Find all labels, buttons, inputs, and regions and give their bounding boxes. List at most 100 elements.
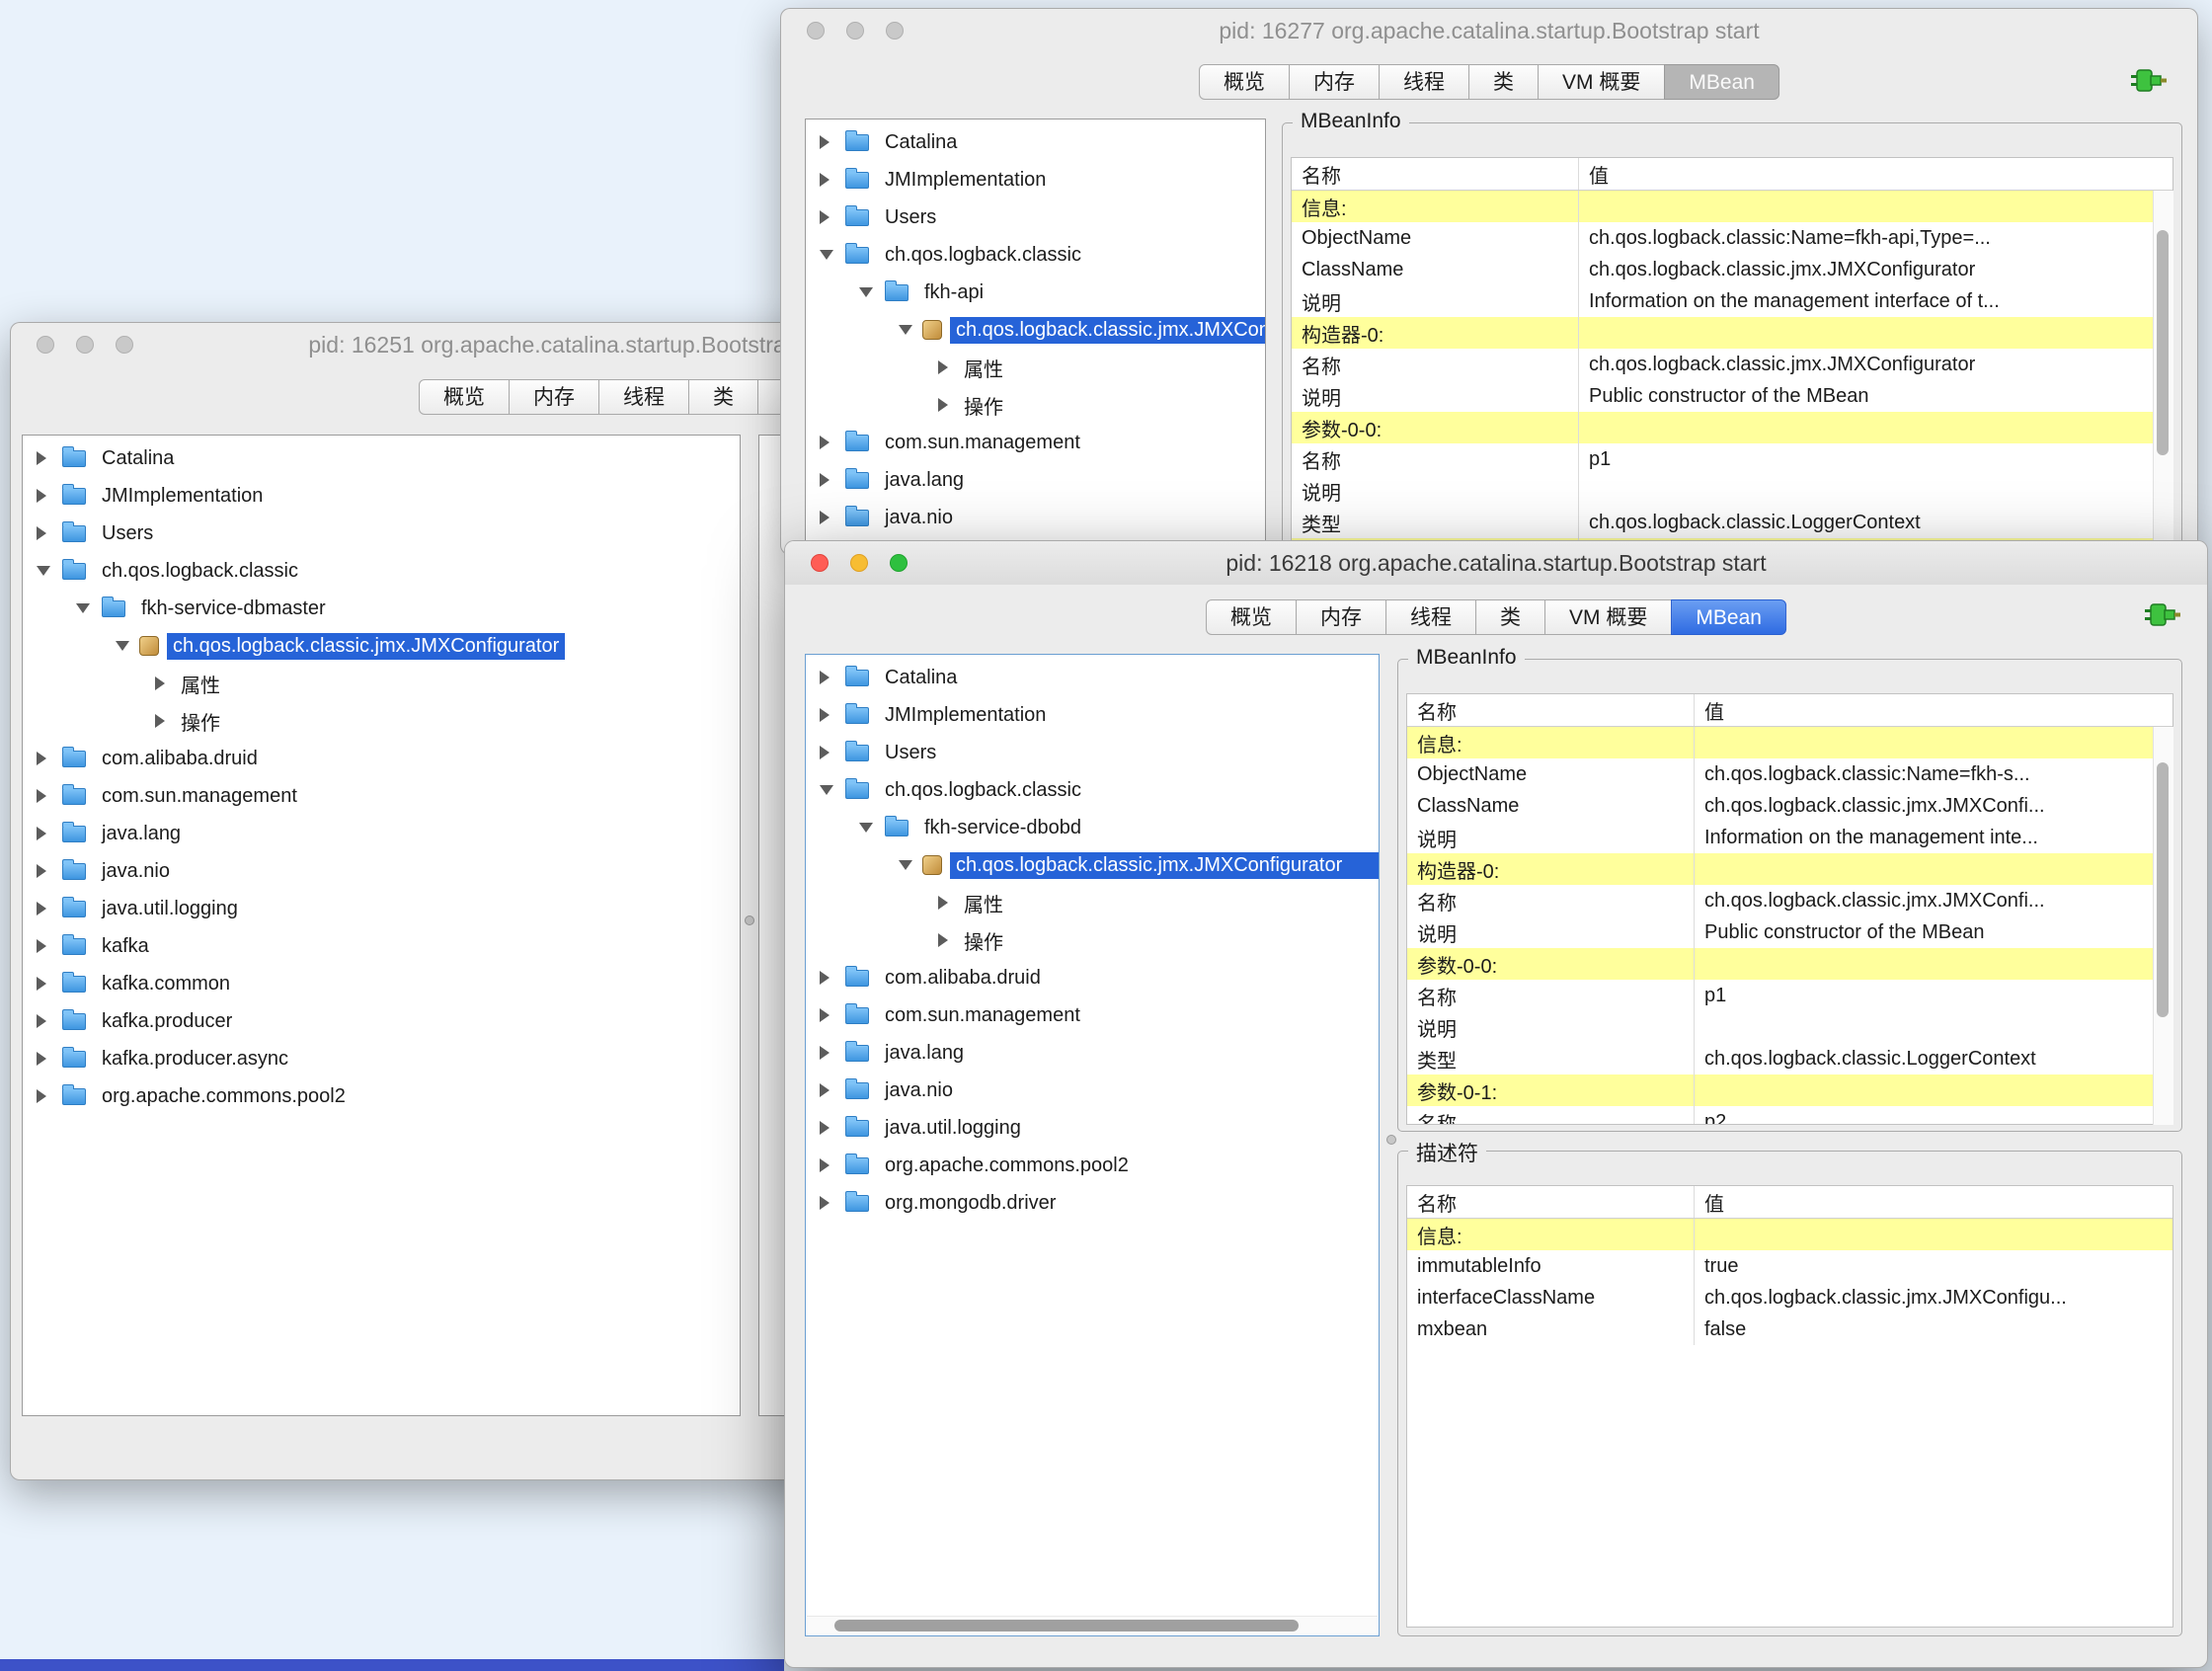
column-header-value[interactable]: 值 [1578, 158, 2172, 190]
disclosure-right-icon[interactable] [37, 1052, 56, 1066]
table-row[interactable]: mxbeanfalse [1407, 1313, 2172, 1345]
tree-item[interactable]: 属性 [23, 665, 740, 702]
tree-item[interactable]: fkh-api [806, 274, 1265, 311]
tab-memory[interactable]: 内存 [1296, 599, 1386, 635]
table-row[interactable]: 信息: [1407, 1219, 2172, 1250]
table-row[interactable]: 说明Public constructor of the MBean [1292, 380, 2172, 412]
tree-item[interactable]: com.alibaba.druid [23, 740, 740, 777]
disclosure-right-icon[interactable] [37, 902, 56, 915]
tab-vm-summary[interactable]: VM 概要 [1544, 599, 1672, 635]
table-row[interactable]: 说明 [1407, 1011, 2172, 1043]
tab-classes[interactable]: 类 [688, 379, 758, 415]
table-row[interactable]: 信息: [1407, 727, 2172, 758]
disclosure-right-icon[interactable] [820, 436, 839, 449]
disclosure-right-icon[interactable] [155, 714, 175, 728]
minimize-button[interactable] [846, 22, 864, 40]
table-row[interactable]: 名称ch.qos.logback.classic.jmx.JMXConfigur… [1292, 349, 2172, 380]
scrollbar-thumb[interactable] [2157, 762, 2169, 1017]
title-bar[interactable]: pid: 16218 org.apache.catalina.startup.B… [785, 541, 2207, 585]
disclosure-right-icon[interactable] [938, 933, 958, 947]
tree-item[interactable]: Catalina [806, 659, 1379, 696]
tree-item[interactable]: kafka.producer.async [23, 1040, 740, 1077]
tab-vm-summary[interactable]: VM 概要 [1538, 64, 1665, 100]
table-row[interactable]: 参数-0-0: [1292, 412, 2172, 443]
tab-mbean[interactable]: MBean [1671, 599, 1786, 635]
disclosure-right-icon[interactable] [938, 360, 958, 374]
tree-item[interactable]: Catalina [23, 439, 740, 477]
column-header-name[interactable]: 名称 [1292, 160, 1578, 189]
table-row[interactable]: 构造器-0: [1407, 853, 2172, 885]
disclosure-right-icon[interactable] [37, 939, 56, 953]
close-button[interactable] [37, 336, 54, 354]
minimize-button[interactable] [850, 554, 868, 572]
splitter-handle[interactable] [745, 915, 754, 925]
disclosure-down-icon[interactable] [37, 566, 56, 576]
disclosure-right-icon[interactable] [938, 896, 958, 910]
tree-item[interactable]: java.lang [806, 461, 1265, 499]
table-row[interactable]: 名称p1 [1292, 443, 2172, 475]
disclosure-right-icon[interactable] [37, 526, 56, 540]
table-row[interactable]: 构造器-0: [1292, 317, 2172, 349]
column-header-name[interactable]: 名称 [1407, 696, 1694, 725]
disclosure-right-icon[interactable] [155, 676, 175, 690]
title-bar[interactable]: pid: 16277 org.apache.catalina.startup.B… [781, 9, 2197, 52]
tree-item[interactable]: JMImplementation [23, 477, 740, 515]
tree-item[interactable]: Users [806, 734, 1379, 771]
tab-threads[interactable]: 线程 [1385, 599, 1476, 635]
close-button[interactable] [807, 22, 825, 40]
tree-item[interactable]: java.nio [806, 499, 1265, 536]
disclosure-right-icon[interactable] [820, 1121, 839, 1135]
tree-item[interactable]: ch.qos.logback.classic.jmx.JMXConfigurat… [23, 627, 740, 665]
tab-overview[interactable]: 概览 [1199, 64, 1290, 100]
disclosure-right-icon[interactable] [820, 971, 839, 985]
tree-item[interactable]: JMImplementation [806, 161, 1265, 199]
disclosure-right-icon[interactable] [820, 746, 839, 759]
disclosure-right-icon[interactable] [820, 1083, 839, 1097]
disclosure-right-icon[interactable] [37, 864, 56, 878]
tree-item[interactable]: fkh-service-dbobd [806, 809, 1379, 846]
close-button[interactable] [811, 554, 829, 572]
table-row[interactable]: 信息: [1292, 191, 2172, 222]
disclosure-right-icon[interactable] [820, 473, 839, 487]
tab-threads[interactable]: 线程 [1379, 64, 1469, 100]
tree-item[interactable]: java.nio [23, 852, 740, 890]
tree-item[interactable]: java.util.logging [23, 890, 740, 927]
disclosure-right-icon[interactable] [37, 752, 56, 765]
table-row[interactable]: 说明Information on the management interfac… [1292, 285, 2172, 317]
disclosure-right-icon[interactable] [820, 135, 839, 149]
table-row[interactable]: ClassNamech.qos.logback.classic.jmx.JMXC… [1292, 254, 2172, 285]
disclosure-right-icon[interactable] [938, 398, 958, 412]
table-row[interactable]: 参数-0-1: [1407, 1074, 2172, 1106]
column-header-value[interactable]: 值 [1694, 1186, 2172, 1218]
table-row[interactable]: immutableInfotrue [1407, 1250, 2172, 1282]
tree-item[interactable]: ch.qos.logback.classic [806, 771, 1379, 809]
table-row[interactable]: 名称p1 [1407, 980, 2172, 1011]
tree-item[interactable]: java.lang [806, 1034, 1379, 1072]
table-row[interactable]: 说明Information on the management inte... [1407, 822, 2172, 853]
tree-item[interactable]: kafka.common [23, 965, 740, 1002]
tree-item[interactable]: ch.qos.logback.classic.jmx.JMXConfigurat… [806, 846, 1379, 884]
disclosure-right-icon[interactable] [820, 1008, 839, 1022]
tree-item[interactable]: java.nio [806, 1072, 1379, 1109]
tree-item[interactable]: org.apache.commons.pool2 [23, 1077, 740, 1115]
table-row[interactable]: 类型ch.qos.logback.classic.LoggerContext [1292, 507, 2172, 538]
disclosure-down-icon[interactable] [820, 785, 839, 795]
disclosure-right-icon[interactable] [37, 977, 56, 991]
table-row[interactable]: 参数-0-0: [1407, 948, 2172, 980]
table-row[interactable]: ClassNamech.qos.logback.classic.jmx.JMXC… [1407, 790, 2172, 822]
disclosure-right-icon[interactable] [820, 671, 839, 684]
tree-item[interactable]: com.sun.management [806, 424, 1265, 461]
table-row[interactable]: interfaceClassNamech.qos.logback.classic… [1407, 1282, 2172, 1313]
tree-item[interactable]: Users [806, 199, 1265, 236]
tree-item[interactable]: 操作 [806, 386, 1265, 424]
table-row[interactable]: 类型ch.qos.logback.classic.LoggerContext [1407, 1043, 2172, 1074]
vertical-scrollbar[interactable] [2153, 727, 2173, 1125]
table-row[interactable]: 名称p2 [1407, 1106, 2172, 1125]
disclosure-right-icon[interactable] [37, 489, 56, 503]
tree-item[interactable]: org.mongodb.driver [806, 1184, 1379, 1222]
disclosure-down-icon[interactable] [859, 287, 879, 297]
column-header-name[interactable]: 名称 [1407, 1188, 1694, 1217]
tree-item[interactable]: ch.qos.logback.classic [806, 236, 1265, 274]
disclosure-right-icon[interactable] [820, 1046, 839, 1060]
zoom-button[interactable] [886, 22, 904, 40]
